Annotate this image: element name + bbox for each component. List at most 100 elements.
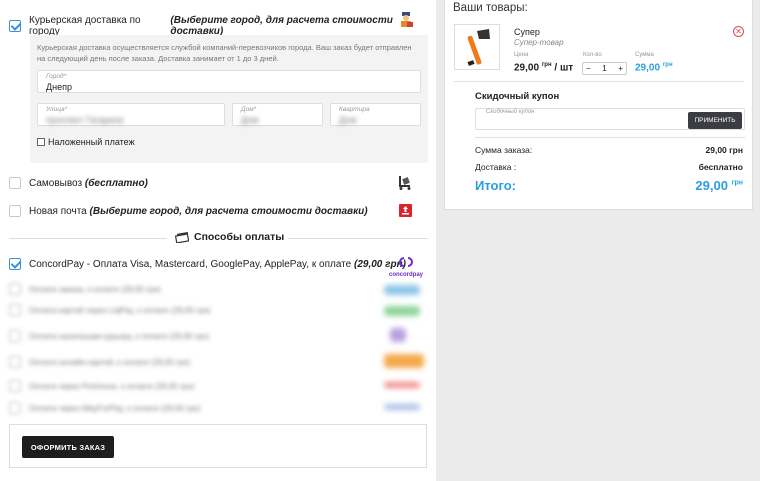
apartment-field-label: Квартира — [339, 106, 370, 113]
quantity-stepper[interactable]: − 1 + — [582, 62, 627, 75]
cod-checkbox[interactable] — [37, 138, 45, 146]
payment-methods-title: Способы оплаты — [194, 231, 285, 243]
cod-option[interactable]: Наложенный платеж — [37, 137, 135, 147]
payment-option-blurred[interactable]: Оплата заказа, к оплате (29,00 грн) — [9, 283, 161, 295]
payment-option-blurred[interactable]: Оплата картой через LiqPay, к оплате (29… — [9, 304, 210, 316]
pickup-checkbox[interactable] — [9, 177, 21, 189]
payment-option-blurred[interactable]: Оплата через Portmone, к оплате (29,00 г… — [9, 380, 194, 392]
delivery-cost-row: Доставка : бесплатно — [475, 162, 743, 172]
payment-option-checkbox[interactable] — [9, 304, 21, 316]
product-price-currency: грн — [541, 62, 552, 68]
payment-logo-icon — [384, 404, 420, 410]
concordpay-logo-icon — [399, 257, 413, 267]
qty-decrease-button[interactable]: − — [586, 64, 591, 73]
coupon-title: Скидочный купон — [475, 91, 560, 102]
axe-product-image — [467, 29, 490, 66]
product-type: Супер-товар — [514, 38, 564, 47]
payment-logo-icon — [384, 285, 420, 295]
price-label: Цена — [514, 52, 529, 58]
cart-separator — [475, 137, 745, 138]
grand-total-row: Итого: 29,00 грн — [475, 178, 743, 193]
payment-option-label: Оплата через Portmone, к оплате (29,00 г… — [29, 381, 195, 391]
apartment-field-value: Дом — [339, 115, 357, 125]
payment-option-checkbox[interactable] — [9, 402, 21, 414]
payment-logo-icon — [384, 306, 420, 316]
order-sum-value: 29,00 грн — [705, 145, 744, 155]
product-price: 29,00 грн / шт — [514, 62, 573, 73]
payment-option-label: Оплата онлайн картой, к оплате (29,00 гр… — [29, 357, 191, 367]
payment-option-blurred[interactable]: Оплата через WayForPay, к оплате (29,00 … — [9, 402, 200, 414]
cart-panel: Супер Супер-товар Цена Кол-во Сумма 29,0… — [444, 0, 753, 210]
grand-total-currency: грн — [731, 179, 743, 187]
grand-total-amount: 29,00 грн — [695, 178, 743, 193]
cart-title: Ваши товары: — [453, 2, 528, 14]
pickup-cart-icon — [399, 176, 411, 190]
delivery-cost-value: бесплатно — [698, 162, 743, 172]
checkout-form: Курьерская доставка по городу (Выберите … — [0, 0, 436, 481]
order-sum-label: Сумма заказа: — [475, 145, 533, 155]
novaposhta-hint: (Выберите город, для расчета стоимости д… — [89, 205, 368, 217]
delivery-option-pickup[interactable]: Самовывоз (бесплатно) — [9, 177, 148, 189]
payment-methods-heading: Способы оплаты — [171, 231, 289, 243]
payment-divider-right — [273, 238, 428, 239]
payment-option-checkbox[interactable] — [9, 356, 21, 368]
delivery-option-courier[interactable]: Курьерская доставка по городу (Выберите … — [9, 15, 436, 37]
order-sum-row: Сумма заказа: 29,00 грн — [475, 145, 743, 155]
qty-increase-button[interactable]: + — [618, 64, 623, 73]
concordpay-logo-text: concordpay — [388, 272, 423, 278]
street-field-value: проспект Гагарина — [46, 115, 124, 125]
grand-total-label: Итого: — [475, 178, 516, 193]
delivery-cost-label: Доставка : — [475, 162, 517, 172]
product-name[interactable]: Супер — [514, 27, 540, 37]
product-sum-currency: грн — [662, 62, 673, 68]
cart-separator — [454, 81, 744, 82]
payment-option-blurred[interactable]: Оплата онлайн картой, к оплате (29,00 гр… — [9, 356, 190, 368]
cod-label: Наложенный платеж — [48, 137, 135, 147]
apply-coupon-button[interactable]: ПРИМЕНИТЬ — [688, 112, 742, 129]
money-icon — [175, 231, 189, 243]
payment-option-blurred[interactable]: Оплата наличными курьеру, к оплате (29,0… — [9, 330, 209, 342]
remove-item-icon[interactable]: ✕ — [733, 26, 744, 37]
courier-hint: (Выберите город, для расчета стоимости д… — [170, 15, 393, 37]
product-sum-value: 29,00 — [635, 62, 661, 74]
qty-value[interactable]: 1 — [602, 64, 606, 73]
payment-logo-icon — [384, 382, 420, 388]
street-field[interactable]: Улица* проспект Гагарина — [37, 103, 225, 126]
qty-label: Кол-во — [583, 52, 602, 58]
payment-logo-icon — [390, 328, 406, 342]
payment-divider-left — [9, 238, 167, 239]
payment-option-label: Оплата заказа, к оплате (29,00 грн) — [29, 284, 161, 294]
product-thumbnail[interactable] — [454, 24, 500, 70]
courier-details-panel: Курьерская доставка осуществляется служб… — [30, 35, 428, 163]
order-submit-panel: ОФОРМИТЬ ЗАКАЗ — [9, 424, 427, 468]
novaposhta-checkbox[interactable] — [9, 205, 21, 217]
concordpay-label: ConcordPay - Оплата Visa, Mastercard, Go… — [29, 258, 352, 270]
courier-icon — [401, 12, 413, 27]
apartment-field[interactable]: Квартира Дом — [330, 103, 421, 126]
payment-option-label: Оплата через WayForPay, к оплате (29,00 … — [29, 403, 201, 413]
payment-option-checkbox[interactable] — [9, 380, 21, 392]
concordpay-logo: concordpay — [387, 254, 425, 278]
city-field[interactable]: Город* Днепр — [37, 70, 421, 93]
place-order-button[interactable]: ОФОРМИТЬ ЗАКАЗ — [22, 436, 114, 458]
courier-checkbox[interactable] — [9, 20, 21, 32]
city-field-label: Город* — [46, 73, 67, 80]
payment-logo-icon — [384, 354, 424, 368]
delivery-option-novaposhta[interactable]: Новая почта (Выберите город, для расчета… — [9, 205, 368, 217]
house-field[interactable]: Дом* Дом — [232, 103, 323, 126]
street-field-label: Улица* — [46, 106, 68, 113]
payment-option-concordpay[interactable]: ConcordPay - Оплата Visa, Mastercard, Go… — [9, 258, 406, 270]
house-field-label: Дом* — [241, 106, 257, 113]
payment-option-checkbox[interactable] — [9, 283, 21, 295]
product-price-value: 29,00 — [514, 62, 540, 74]
courier-label: Курьерская доставка по городу — [29, 15, 141, 37]
payment-option-label: Оплата картой через LiqPay, к оплате (29… — [29, 305, 211, 315]
novaposhta-logo-icon — [399, 204, 412, 217]
payment-option-checkbox[interactable] — [9, 330, 21, 342]
courier-note: Курьерская доставка осуществляется служб… — [37, 43, 412, 63]
concordpay-checkbox[interactable] — [9, 258, 21, 270]
novaposhta-label: Новая почта — [29, 205, 87, 217]
house-field-value: Дом — [241, 115, 259, 125]
pickup-hint: (бесплатно) — [84, 177, 148, 189]
sum-label: Сумма — [635, 52, 654, 58]
